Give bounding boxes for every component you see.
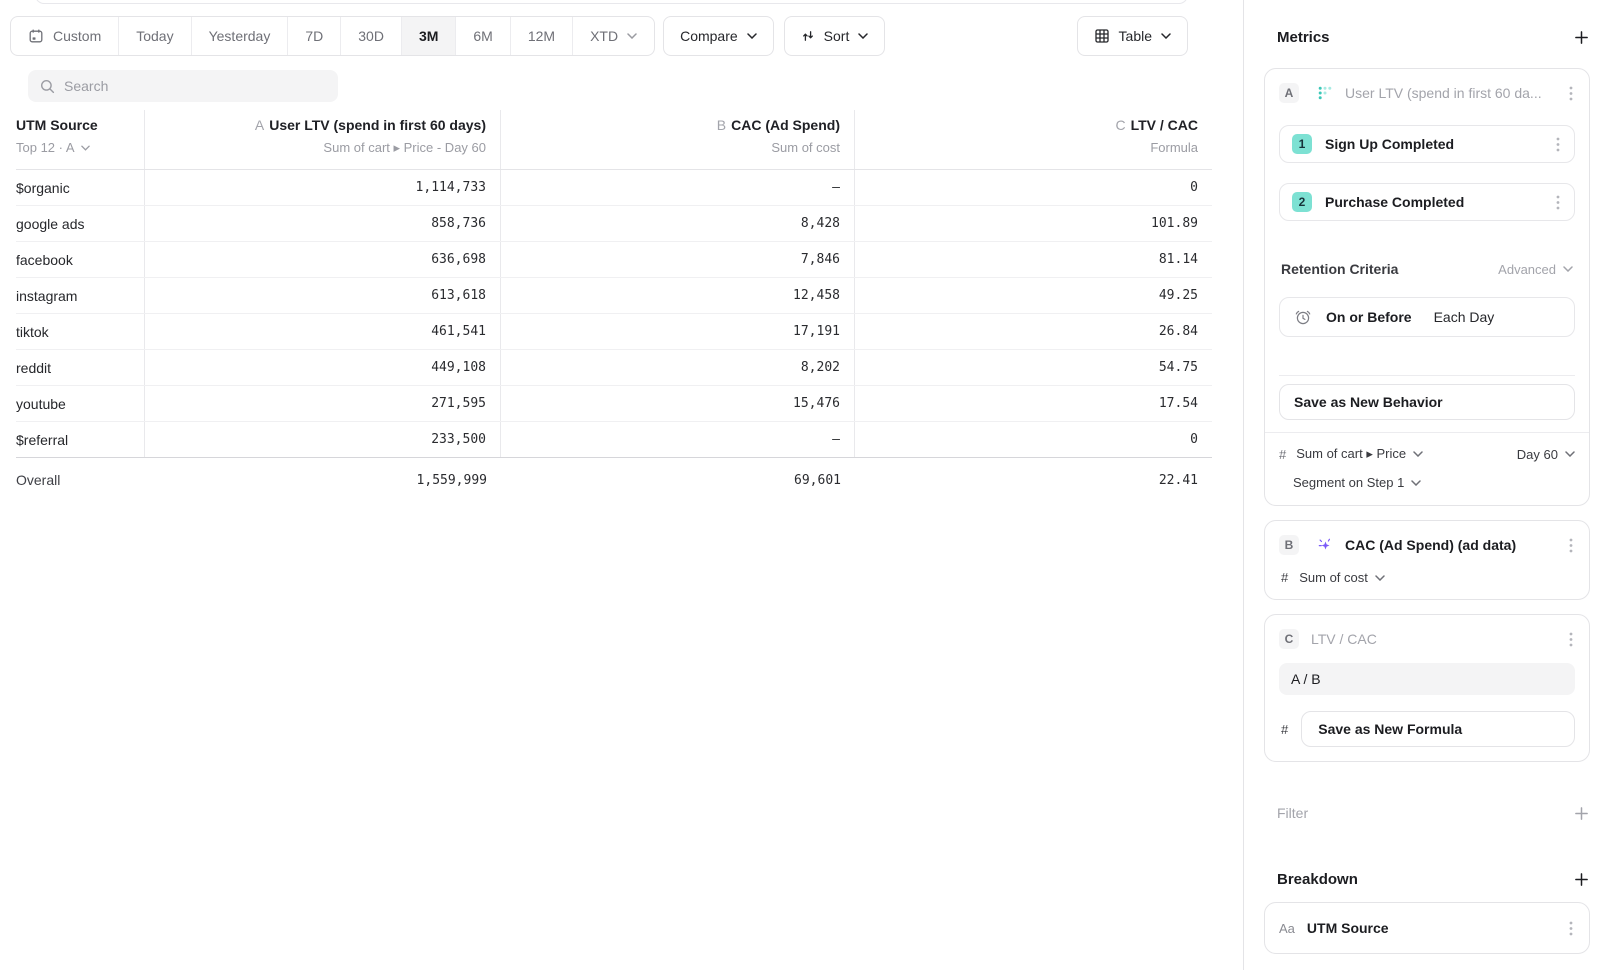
sort-button[interactable]: Sort [784,16,886,56]
date-range-yesterday[interactable]: Yesterday [192,17,289,55]
table-row[interactable]: facebook 636,698 7,846 81.14 [16,242,1212,278]
report-toolbar: Custom Today Yesterday 7D 30D 3M 6M 12M … [10,16,1243,56]
number-property-icon: # [1279,447,1286,462]
save-as-new-formula-button[interactable]: Save as New Formula [1301,711,1575,747]
breakdown-section-header: Breakdown [1264,870,1590,888]
metric-card-b: B CAC (Ad Spend) (ad data) # Sum of cost [1264,520,1590,600]
table-row[interactable]: tiktok 461,541 17,191 26.84 [16,314,1212,350]
report-main-area: Custom Today Yesterday 7D 30D 3M 6M 12M … [0,0,1243,970]
date-range-6m[interactable]: 6M [456,17,510,55]
funnel-step-2[interactable]: 2 Purchase Completed [1279,183,1575,221]
metric-b-title: CAC (Ad Spend) (ad data) [1345,537,1516,553]
metric-letter-badge: A [1279,83,1299,103]
add-filter-button[interactable] [1572,804,1590,822]
metric-a-footer: # Sum of cart ▸ Price Day 60 Segment on … [1265,432,1589,505]
filter-title: Filter [1277,805,1308,821]
calendar-icon [28,28,44,44]
search-icon [40,79,55,94]
criteria-mode-select[interactable]: On or Before [1326,309,1412,325]
chevron-down-icon [858,33,868,39]
app-window: Custom Today Yesterday 7D 30D 3M 6M 12M … [0,0,1600,970]
kebab-menu-icon[interactable] [1554,135,1562,154]
kebab-menu-icon[interactable] [1567,84,1575,103]
retention-criteria-row[interactable]: On or Before Each Day [1279,297,1575,337]
search-input[interactable] [64,78,326,94]
date-range-7d[interactable]: 7D [288,17,341,55]
table-row[interactable]: google ads 858,736 8,428 101.89 [16,206,1212,242]
column-header-utm-source[interactable]: UTM Source Top 12 · A [16,110,145,169]
breakdown-title: Breakdown [1277,871,1358,888]
criteria-unit-select[interactable]: Each Day [1434,309,1495,325]
kebab-menu-icon[interactable] [1554,193,1562,212]
table-header: UTM Source Top 12 · A AUser LTV (spend i… [16,110,1212,170]
metric-a-header[interactable]: A User LTV (spend in first 60 da... [1279,83,1575,103]
metric-c-header[interactable]: C LTV / CAC [1279,629,1575,649]
date-range-today[interactable]: Today [119,17,191,55]
search-box [28,70,338,102]
funnel-step-1[interactable]: 1 Sign Up Completed [1279,125,1575,163]
column-header-metric-c[interactable]: CLTV / CAC Formula [855,110,1212,169]
metrics-section-header: Metrics [1264,28,1590,46]
metric-card-c: C LTV / CAC A / B # Save as New Formula [1264,614,1590,762]
chevron-down-icon [747,33,757,39]
table-row[interactable]: $organic 1,114,733 – 0 [16,170,1212,206]
chart-card-bottom-edge [35,0,1188,4]
date-range-custom[interactable]: Custom [11,17,119,55]
date-range-xtd[interactable]: XTD [573,17,654,55]
breakdown-item-utm-source[interactable]: Aa UTM Source [1264,902,1590,954]
segment-on-step-select[interactable]: Segment on Step 1 [1293,475,1575,490]
chevron-down-icon [627,33,637,39]
text-property-icon: Aa [1279,921,1295,936]
metric-card-a: A User LTV (spend in first 60 da... [1264,68,1590,506]
kebab-menu-icon[interactable] [1567,630,1575,649]
advanced-dropdown[interactable]: Advanced [1498,262,1573,277]
metrics-title: Metrics [1277,29,1330,46]
chevron-down-icon [1161,33,1171,39]
query-builder-panel: Metrics A [1243,0,1600,970]
metric-letter-badge: C [1279,629,1299,649]
table-body: $organic 1,114,733 – 0 google ads 858,73… [16,170,1212,458]
breakdown-table: UTM Source Top 12 · A AUser LTV (spend i… [16,110,1212,502]
property-select[interactable]: Sum of cost [1299,570,1385,585]
filter-section-header: Filter [1264,804,1590,822]
property-select[interactable]: Sum of cart ▸ Price [1296,446,1423,462]
day-range-select[interactable]: Day 60 [1517,447,1575,462]
sparkle-icon [1317,537,1333,553]
table-row[interactable]: instagram 613,618 12,458 49.25 [16,278,1212,314]
column-header-metric-a[interactable]: AUser LTV (spend in first 60 days) Sum o… [145,110,501,169]
date-range-3m-selected[interactable]: 3M [402,17,456,55]
grid-table-icon [1094,28,1110,44]
sort-arrows-icon [801,29,815,43]
table-row[interactable]: youtube 271,595 15,476 17.54 [16,386,1212,422]
date-range-30d[interactable]: 30D [341,17,402,55]
metric-a-title: User LTV (spend in first 60 da... [1345,85,1542,101]
number-property-icon: # [1281,722,1288,737]
date-range-12m[interactable]: 12M [511,17,573,55]
column-header-metric-b[interactable]: BCAC (Ad Spend) Sum of cost [501,110,855,169]
table-row[interactable]: reddit 449,108 8,202 54.75 [16,350,1212,386]
number-property-icon: # [1281,570,1288,585]
view-type-table-button[interactable]: Table [1077,16,1188,56]
kebab-menu-icon[interactable] [1567,919,1575,938]
date-range-segmented-control: Custom Today Yesterday 7D 30D 3M 6M 12M … [10,16,655,56]
table-overall-row: Overall 1,559,999 69,601 22.41 [16,458,1212,502]
metric-c-title: LTV / CAC [1311,631,1377,647]
table-row[interactable]: $referral 233,500 – 0 [16,422,1212,458]
date-range-label: Custom [53,28,101,44]
retention-criteria-header: Retention Criteria Advanced [1279,261,1575,277]
chevron-down-icon [81,145,90,151]
formula-input[interactable]: A / B [1279,663,1575,695]
add-metric-button[interactable] [1572,28,1590,46]
metric-letter-badge: B [1279,535,1299,555]
divider [1279,375,1575,376]
compare-button[interactable]: Compare [663,16,774,56]
metric-b-header[interactable]: B CAC (Ad Spend) (ad data) [1279,535,1575,555]
kebab-menu-icon[interactable] [1567,536,1575,555]
add-breakdown-button[interactable] [1572,870,1590,888]
behavior-dots-icon [1317,85,1333,101]
alarm-clock-icon [1294,308,1312,326]
step-number-badge: 1 [1292,134,1312,154]
step-number-badge: 2 [1292,192,1312,212]
save-as-new-behavior-button[interactable]: Save as New Behavior [1279,384,1575,420]
